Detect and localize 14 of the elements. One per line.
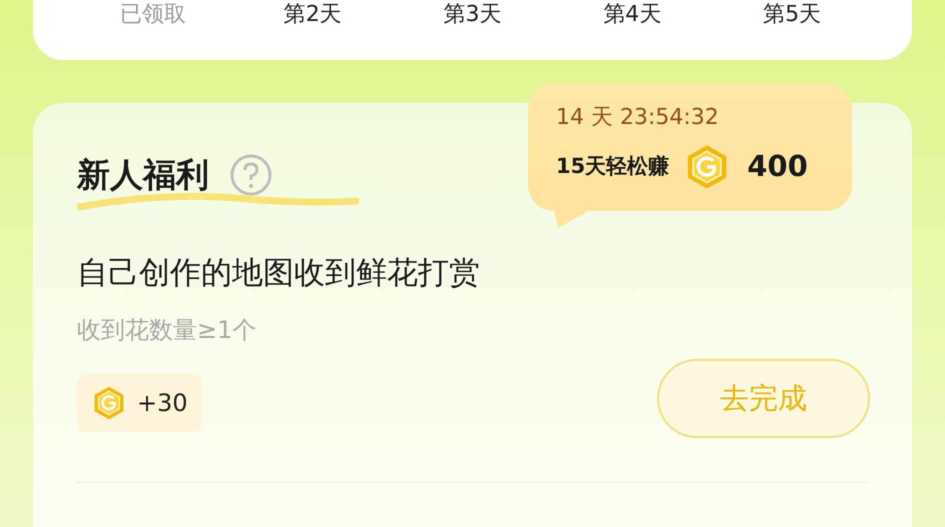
day-label: 第2天 bbox=[282, 1, 343, 28]
promo-amount: 400 bbox=[747, 148, 808, 186]
reward-chip: +30 bbox=[77, 374, 202, 432]
complete-button[interactable]: 去完成 bbox=[657, 359, 870, 438]
section-title: 新人福利 bbox=[77, 154, 209, 196]
help-icon[interactable] bbox=[229, 153, 273, 197]
countdown-timer: 14 天 23:54:32 bbox=[556, 104, 720, 132]
task-title: 自己创作的地图收到鲜花打赏 bbox=[77, 254, 481, 293]
promo-text: 15天轻松赚 bbox=[556, 153, 670, 180]
day-label: 第5天 bbox=[762, 1, 822, 28]
day-label: 第3天 bbox=[442, 1, 502, 28]
task-requirement: 收到花数量≥1个 bbox=[77, 315, 258, 345]
day-label: 已领取 bbox=[118, 1, 187, 28]
day-label: 第4天 bbox=[602, 1, 662, 28]
